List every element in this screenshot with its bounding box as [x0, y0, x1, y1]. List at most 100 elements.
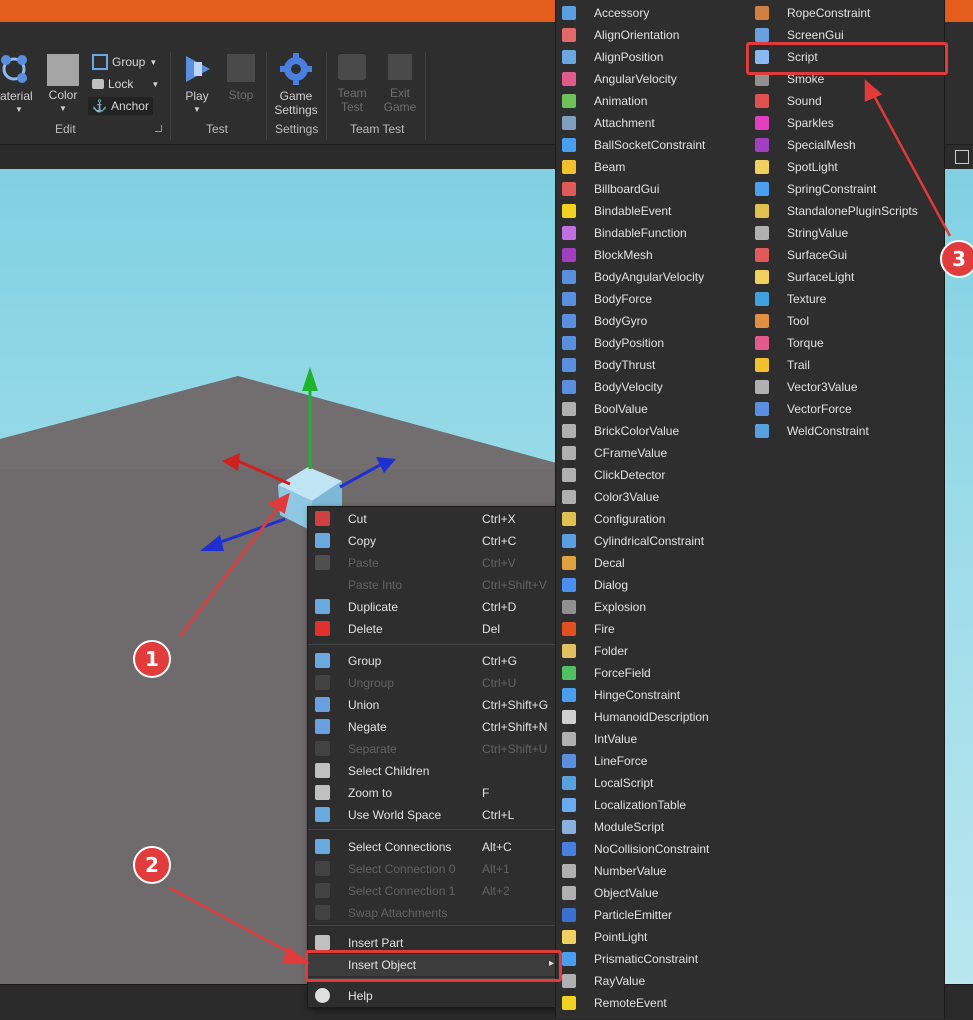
- insert-item[interactable]: BodyForce: [556, 288, 746, 310]
- material-button[interactable]: aterial ▼: [0, 52, 38, 114]
- insert-item[interactable]: RayValue: [556, 970, 746, 992]
- insert-item[interactable]: AngularVelocity: [556, 68, 746, 90]
- insert-item[interactable]: AlignOrientation: [556, 24, 746, 46]
- insert-item[interactable]: NoCollisionConstraint: [556, 838, 746, 860]
- insert-item[interactable]: Trail: [749, 354, 939, 376]
- insert-item[interactable]: ObjectValue: [556, 882, 746, 904]
- insert-item[interactable]: SpotLight: [749, 156, 939, 178]
- insert-item[interactable]: CylindricalConstraint: [556, 530, 746, 552]
- insert-item[interactable]: ParticleEmitter: [556, 904, 746, 926]
- insert-item[interactable]: Explosion: [556, 596, 746, 618]
- insert-item[interactable]: NumberValue: [556, 860, 746, 882]
- insert-item[interactable]: Tool: [749, 310, 939, 332]
- insert-item[interactable]: Attachment: [556, 112, 746, 134]
- context-menu-item[interactable]: Paste Into Ctrl+Shift+V: [308, 574, 558, 596]
- insert-item[interactable]: IntValue: [556, 728, 746, 750]
- play-button[interactable]: Play ▼: [178, 52, 216, 114]
- insert-item[interactable]: WeldConstraint: [749, 420, 939, 442]
- color-button[interactable]: Color ▼: [45, 54, 81, 113]
- context-menu-item[interactable]: Union Ctrl+Shift+G: [308, 694, 558, 716]
- insert-item[interactable]: BodyPosition: [556, 332, 746, 354]
- insert-item[interactable]: HumanoidDescription: [556, 706, 746, 728]
- insert-item[interactable]: StringValue: [749, 222, 939, 244]
- insert-item[interactable]: LocalizationTable: [556, 794, 746, 816]
- insert-item[interactable]: SpringConstraint: [749, 178, 939, 200]
- insert-item[interactable]: BrickColorValue: [556, 420, 746, 442]
- context-menu-item[interactable]: Separate Ctrl+Shift+U: [308, 738, 558, 760]
- insert-item[interactable]: BodyVelocity: [556, 376, 746, 398]
- insert-item[interactable]: Accessory: [556, 2, 746, 24]
- insert-item[interactable]: StandalonePluginScripts: [749, 200, 939, 222]
- exit-game-button[interactable]: Exit Game: [382, 54, 418, 114]
- insert-item[interactable]: Texture: [749, 288, 939, 310]
- context-menu-item[interactable]: Cut Ctrl+X: [308, 508, 558, 530]
- insert-item[interactable]: Beam: [556, 156, 746, 178]
- object-icon: [562, 94, 576, 108]
- insert-item[interactable]: ClickDetector: [556, 464, 746, 486]
- insert-item[interactable]: Folder: [556, 640, 746, 662]
- context-menu-item[interactable]: Swap Attachments: [308, 902, 558, 924]
- insert-item[interactable]: Vector3Value: [749, 376, 939, 398]
- insert-item[interactable]: Torque: [749, 332, 939, 354]
- context-menu-item[interactable]: Paste Ctrl+V: [308, 552, 558, 574]
- insert-item[interactable]: Dialog: [556, 574, 746, 596]
- insert-item[interactable]: RopeConstraint: [749, 2, 939, 24]
- insert-item[interactable]: SurfaceLight: [749, 266, 939, 288]
- insert-item[interactable]: BodyGyro: [556, 310, 746, 332]
- insert-item[interactable]: BodyThrust: [556, 354, 746, 376]
- insert-item[interactable]: BindableEvent: [556, 200, 746, 222]
- insert-item[interactable]: BillboardGui: [556, 178, 746, 200]
- context-menu-item[interactable]: Group Ctrl+G: [308, 650, 558, 672]
- insert-item-label: Texture: [787, 292, 827, 306]
- anchor-button[interactable]: ⚓ Anchor: [88, 97, 153, 115]
- insert-item[interactable]: CFrameValue: [556, 442, 746, 464]
- swap-icon: [315, 905, 330, 920]
- insert-item[interactable]: ForceField: [556, 662, 746, 684]
- insert-item[interactable]: Decal: [556, 552, 746, 574]
- context-menu-item[interactable]: Select Connection 0 Alt+1: [308, 858, 558, 880]
- context-menu-item[interactable]: Delete Del: [308, 618, 558, 640]
- insert-item[interactable]: BallSocketConstraint: [556, 134, 746, 156]
- insert-item[interactable]: ModuleScript: [556, 816, 746, 838]
- object-icon: [562, 556, 576, 570]
- insert-item[interactable]: BodyAngularVelocity: [556, 266, 746, 288]
- edit-expand-icon[interactable]: [155, 125, 162, 132]
- insert-item[interactable]: AlignPosition: [556, 46, 746, 68]
- insert-item[interactable]: SurfaceGui: [749, 244, 939, 266]
- insert-item[interactable]: SpecialMesh: [749, 134, 939, 156]
- team-test-button[interactable]: Team Test: [334, 54, 370, 114]
- context-menu-item[interactable]: Zoom to F: [308, 782, 558, 804]
- insert-item[interactable]: Color3Value: [556, 486, 746, 508]
- device-icon[interactable]: [955, 150, 969, 164]
- insert-item[interactable]: Sparkles: [749, 112, 939, 134]
- insert-item[interactable]: PrismaticConstraint: [556, 948, 746, 970]
- context-menu-item[interactable]: Select Connection 1 Alt+2: [308, 880, 558, 902]
- insert-item[interactable]: LineForce: [556, 750, 746, 772]
- insert-item[interactable]: Fire: [556, 618, 746, 640]
- context-menu-item[interactable]: Select Children: [308, 760, 558, 782]
- game-settings-button[interactable]: Game Settings: [272, 52, 320, 117]
- insert-item[interactable]: HingeConstraint: [556, 684, 746, 706]
- context-menu-item[interactable]: Select Connections Alt+C: [308, 836, 558, 858]
- insert-item[interactable]: Configuration: [556, 508, 746, 530]
- insert-item[interactable]: Sound: [749, 90, 939, 112]
- insert-item[interactable]: Animation: [556, 90, 746, 112]
- insert-item[interactable]: LocalScript: [556, 772, 746, 794]
- context-menu-item[interactable]: Duplicate Ctrl+D: [308, 596, 558, 618]
- context-menu-item[interactable]: Use World Space Ctrl+L: [308, 804, 558, 826]
- insert-item[interactable]: BoolValue: [556, 398, 746, 420]
- context-menu-item[interactable]: Help: [308, 985, 558, 1007]
- context-menu-item[interactable]: Copy Ctrl+C: [308, 530, 558, 552]
- lock-button[interactable]: Lock ▼: [92, 77, 159, 91]
- insert-item-label: BrickColorValue: [594, 424, 680, 438]
- context-menu-item[interactable]: Ungroup Ctrl+U: [308, 672, 558, 694]
- insert-item[interactable]: BindableFunction: [556, 222, 746, 244]
- group-button[interactable]: Group ▼: [92, 54, 157, 70]
- stop-button[interactable]: Stop: [224, 54, 258, 102]
- insert-item[interactable]: VectorForce: [749, 398, 939, 420]
- insert-item-label: SpotLight: [787, 160, 838, 174]
- insert-item[interactable]: RemoteEvent: [556, 992, 746, 1014]
- insert-item[interactable]: BlockMesh: [556, 244, 746, 266]
- context-menu-item[interactable]: Negate Ctrl+Shift+N: [308, 716, 558, 738]
- insert-item[interactable]: PointLight: [556, 926, 746, 948]
